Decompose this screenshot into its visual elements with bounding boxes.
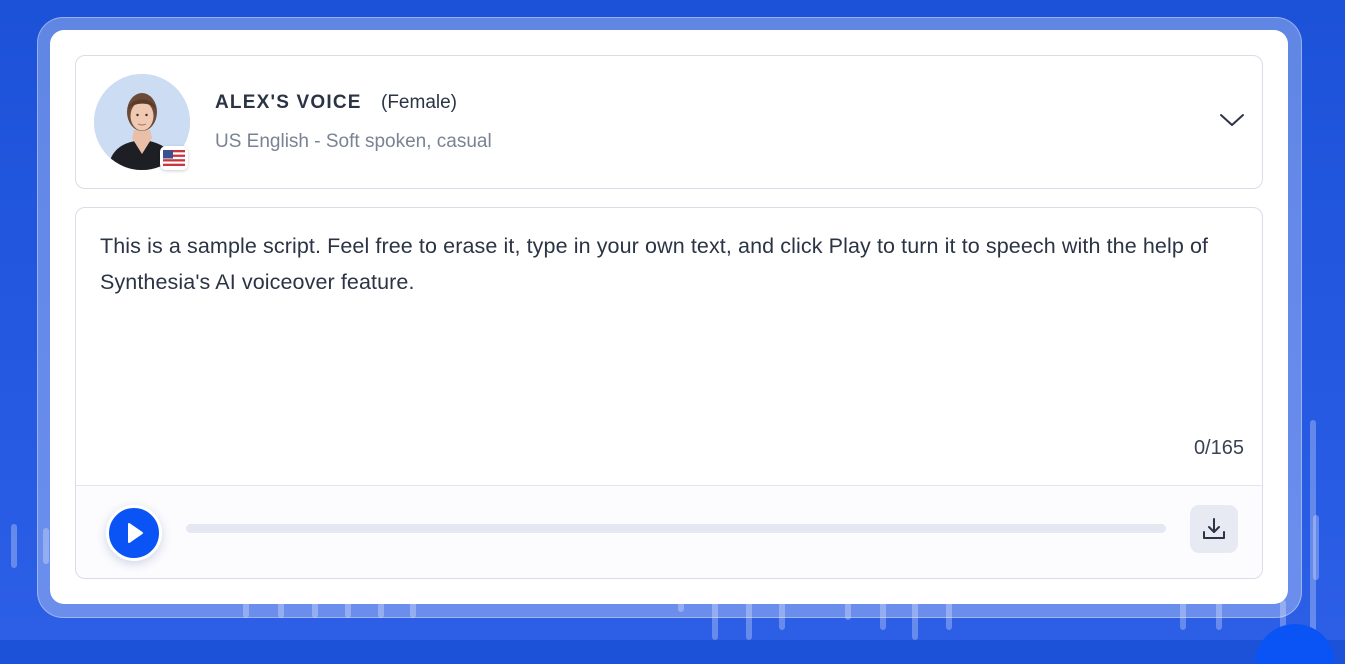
play-button[interactable] [106,505,162,561]
audio-progress-bar[interactable] [186,524,1166,533]
audio-player [76,485,1262,578]
voice-description: US English - Soft spoken, casual [215,131,492,152]
script-editor-panel: This is a sample script. Feel free to er… [75,207,1263,579]
play-icon [128,523,143,543]
voice-name: ALEX'S VOICE [215,92,362,113]
chat-launcher-button[interactable] [1255,624,1335,664]
voice-selector[interactable]: ALEX'S VOICE (Female) US English - Soft … [75,55,1263,189]
script-textarea[interactable]: This is a sample script. Feel free to er… [100,228,1240,300]
chevron-down-icon[interactable] [1219,112,1245,128]
voice-gender: (Female) [381,92,458,113]
us-flag-icon [160,146,188,170]
download-button[interactable] [1190,505,1238,553]
character-counter: 0/165 [1193,437,1244,459]
download-icon [1203,518,1225,539]
